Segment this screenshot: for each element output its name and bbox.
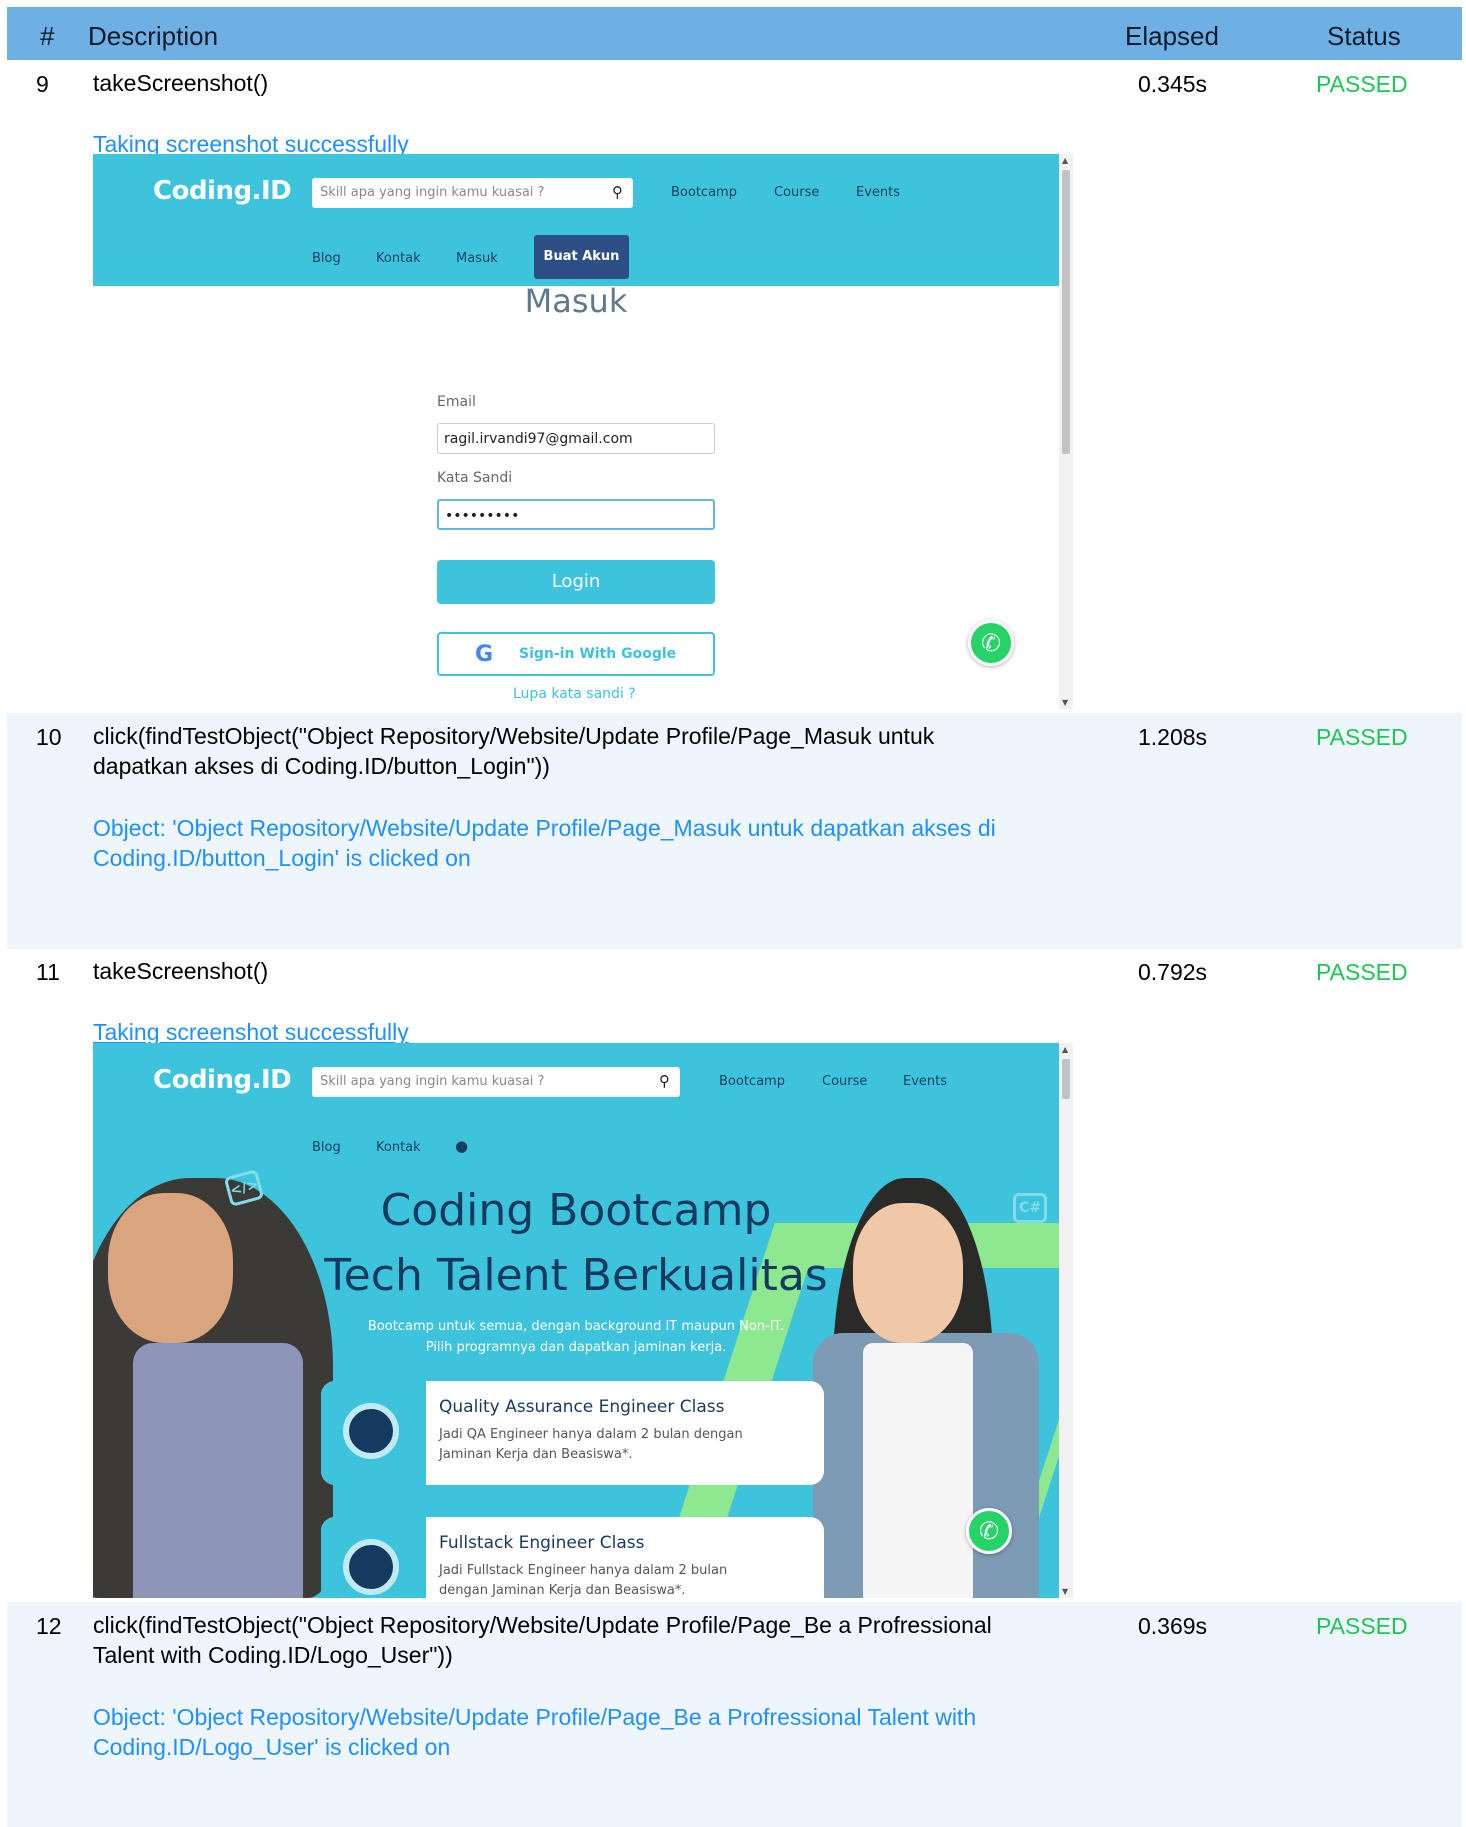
nav-events: Events <box>903 1074 948 1089</box>
step-message-line2: Coding.ID/Logo_User' is clicked on <box>93 1734 451 1760</box>
step-description-line2: dapatkan akses di Coding.ID/button_Login… <box>93 753 550 779</box>
nav-bootcamp: Bootcamp <box>671 185 737 200</box>
course-card-desc-line1: Jadi Fullstack Engineer hanya dalam 2 bu… <box>439 1563 728 1578</box>
login-button: Login <box>437 560 715 604</box>
nav-events: Events <box>856 185 901 200</box>
step-description: takeScreenshot() <box>93 958 269 984</box>
col-status: Status <box>1327 21 1401 51</box>
hero-subtitle-line1: Bootcamp untuk semua, dengan background … <box>367 1319 785 1334</box>
robot-icon <box>321 1381 426 1485</box>
step-status: PASSED <box>1316 71 1408 97</box>
google-icon: G <box>475 642 494 667</box>
site-navbar: Coding.ID Skill apa yang ingin kamu kuas… <box>93 154 1059 286</box>
step-num: 12 <box>36 1613 62 1639</box>
step-elapsed: 0.792s <box>1138 959 1208 985</box>
scroll-up-icon: ▲ <box>1062 1045 1069 1054</box>
search-placeholder: Skill apa yang ingin kamu kuasai ? <box>320 185 545 200</box>
password-field: ••••••••• <box>437 499 715 530</box>
course-card-qa: Quality Assurance Engineer Class Jadi QA… <box>321 1381 824 1485</box>
step-status: PASSED <box>1316 724 1408 750</box>
screenshot-scrollbar: ▲ ▼ <box>1059 154 1073 709</box>
step-elapsed: 1.208s <box>1138 724 1208 750</box>
step-elapsed: 0.345s <box>1138 71 1208 97</box>
step-elapsed: 0.369s <box>1138 1613 1208 1639</box>
search-icon: ⚲ <box>659 1072 670 1090</box>
nav-course: Course <box>822 1074 868 1089</box>
step-status: PASSED <box>1316 1613 1408 1639</box>
course-card-desc-line2: Jaminan Kerja dan Beasiswa*. <box>439 1447 633 1462</box>
course-card-title: Fullstack Engineer Class <box>439 1533 645 1553</box>
table-header: # Description Elapsed Status <box>7 7 1462 60</box>
step-description-line1: click(findTestObject("Object Repository/… <box>93 723 935 749</box>
col-elapsed: Elapsed <box>1125 21 1219 51</box>
screenshot-image[interactable]: Coding.ID Skill apa yang ingin kamu kuas… <box>93 154 1073 709</box>
step-description-line2: Talent with Coding.ID/Logo_User")) <box>93 1642 453 1668</box>
step-message-line1: Object: 'Object Repository/Website/Updat… <box>93 815 996 841</box>
step-description-line1: click(findTestObject("Object Repository/… <box>93 1612 992 1638</box>
google-signin-button: G Sign-in With Google <box>437 632 715 676</box>
step-description: takeScreenshot() <box>93 70 269 96</box>
hero-banner: </> C# Coding.ID Skill apa yang ingin ka… <box>93 1043 1059 1598</box>
whatsapp-icon: ✆ <box>968 620 1014 666</box>
nav-blog: Blog <box>312 1140 341 1155</box>
col-description: Description <box>88 21 219 51</box>
site-logo: Coding.ID <box>153 1065 292 1095</box>
hero-title-line2: Tech Talent Berkualitas <box>324 1250 828 1301</box>
nav-kontak: Kontak <box>376 1140 421 1155</box>
login-title: Masuk <box>524 282 628 320</box>
user-icon: ● <box>455 1137 469 1155</box>
nav-masuk: Masuk <box>456 251 498 266</box>
step-message-line2: Coding.ID/button_Login' is clicked on <box>93 845 471 871</box>
forgot-password-link: Lupa kata sandi ? <box>513 686 636 702</box>
email-field: ragil.irvandi97@gmail.com <box>437 423 715 454</box>
search-placeholder: Skill apa yang ingin kamu kuasai ? <box>320 1074 545 1089</box>
scroll-thumb <box>1062 1059 1070 1099</box>
step-num: 11 <box>36 959 60 985</box>
course-card-desc-line1: Jadi QA Engineer hanya dalam 2 bulan den… <box>439 1427 743 1442</box>
google-signin-label: Sign-in With Google <box>519 646 677 662</box>
step-num: 10 <box>36 724 62 750</box>
search-icon: ⚲ <box>612 183 623 201</box>
scroll-down-icon: ▼ <box>1062 698 1069 707</box>
buat-akun-button: Buat Akun <box>534 235 629 279</box>
step-status: PASSED <box>1316 959 1408 985</box>
site-logo: Coding.ID <box>153 176 292 206</box>
course-card-title: Quality Assurance Engineer Class <box>439 1397 725 1417</box>
course-card-desc-line2: dengan Jaminan Kerja dan Beasiswa*. <box>439 1583 686 1598</box>
robot-icon <box>321 1517 426 1598</box>
email-label: Email <box>437 394 476 410</box>
scroll-thumb <box>1062 170 1070 454</box>
site-search-input: Skill apa yang ingin kamu kuasai ? ⚲ <box>312 178 633 208</box>
step-message-line1: Object: 'Object Repository/Website/Updat… <box>93 1704 977 1730</box>
course-card-fullstack: Fullstack Engineer Class Jadi Fullstack … <box>321 1517 824 1598</box>
nav-kontak: Kontak <box>376 251 421 266</box>
student-right-shirt <box>863 1343 973 1598</box>
nav-course: Course <box>774 185 820 200</box>
col-num: # <box>40 21 55 51</box>
scroll-up-icon: ▲ <box>1062 156 1069 165</box>
scroll-down-icon: ▼ <box>1062 1587 1069 1596</box>
screenshot-image[interactable]: </> C# Coding.ID Skill apa yang ingin ka… <box>93 1043 1073 1598</box>
student-left-body <box>133 1343 303 1598</box>
nav-bootcamp: Bootcamp <box>719 1074 785 1089</box>
nav-blog: Blog <box>312 251 341 266</box>
whatsapp-icon: ✆ <box>966 1508 1012 1554</box>
site-search-input: Skill apa yang ingin kamu kuasai ? ⚲ <box>312 1067 680 1097</box>
password-label: Kata Sandi <box>437 470 513 486</box>
hero-subtitle-line2: Pilih programnya dan dapatkan jaminan ke… <box>425 1340 727 1355</box>
step-num: 9 <box>36 71 49 97</box>
screenshot-scrollbar: ▲ ▼ <box>1059 1043 1073 1598</box>
hero-title-line1: Coding Bootcamp <box>380 1185 772 1236</box>
